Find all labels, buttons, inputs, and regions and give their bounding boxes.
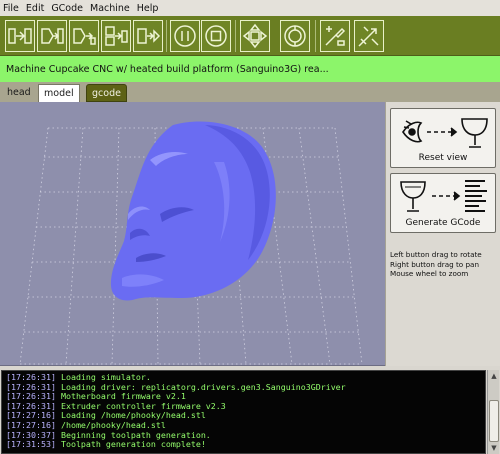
menu-file[interactable]: File (3, 3, 19, 14)
console-area: [17:26:31] Loading simulator. [17:26:31]… (0, 366, 500, 454)
eye-to-glass-icon (402, 118, 488, 148)
simulate-button[interactable] (5, 20, 35, 52)
reset-icon (284, 25, 306, 47)
reset-view-label: Reset view (418, 153, 468, 163)
help-line-rotate: Left button drag to rotate (390, 250, 482, 259)
scroll-down-icon[interactable]: ▼ (489, 443, 499, 453)
tab-gcode[interactable]: gcode (86, 84, 127, 102)
stop-icon (205, 25, 227, 47)
toolbar-separator (166, 20, 167, 52)
menu-help[interactable]: Help (137, 3, 159, 14)
toolbar-separator (235, 20, 236, 52)
stop-button[interactable] (201, 20, 231, 52)
menu-gcode[interactable]: GCode (51, 3, 83, 14)
viewport-canvas (19, 121, 363, 365)
build-to-file-icon (105, 26, 128, 46)
upload-icon (73, 28, 96, 45)
control-panel-button[interactable] (240, 20, 270, 52)
generate-gcode-label: Generate GCode (405, 218, 481, 228)
upload-button[interactable] (69, 20, 99, 52)
log-line: [17:31:53] Toolpath generation complete! (6, 439, 206, 450)
replicatorg-window: File Edit GCode Machine Help Machine Cup… (0, 0, 500, 454)
machine-status-bar: Machine Cupcake CNC w/ heated build plat… (0, 56, 500, 82)
build-from-file-button[interactable] (133, 20, 163, 52)
toolbar-separator (315, 20, 316, 52)
console-log[interactable]: [17:26:31] Loading simulator. [17:26:31]… (1, 370, 486, 454)
glass-to-gcode-icon (400, 180, 487, 212)
toolbar (0, 16, 500, 56)
help-line-pan: Right button drag to pan (390, 259, 479, 269)
view-control-panel: Reset view Generate GCode Left button dr… (385, 102, 500, 366)
build-from-file-icon (137, 28, 161, 44)
tab-bar: head model gcode (0, 82, 500, 195)
machine-config-button[interactable] (354, 20, 384, 52)
simulate-icon (8, 28, 32, 44)
tab-model[interactable]: model (38, 84, 80, 102)
menu-machine[interactable]: Machine (90, 3, 130, 14)
jog-arrows-icon (242, 23, 268, 49)
reset-view-button[interactable]: Reset view (390, 108, 496, 168)
menubar: File Edit GCode Machine Help (0, 0, 500, 16)
pause-icon (174, 25, 196, 47)
reset-button[interactable] (280, 20, 310, 52)
scroll-thumb[interactable] (489, 400, 499, 442)
model-viewport[interactable] (0, 102, 385, 366)
console-scrollbar[interactable]: ▲ ▼ (487, 370, 499, 454)
build-to-file-button[interactable] (101, 20, 131, 52)
tab-head[interactable]: head (2, 84, 36, 102)
extruder-icon (325, 26, 346, 46)
help-line-zoom: Mouse wheel to zoom (390, 269, 469, 279)
build-button[interactable] (37, 20, 67, 52)
scroll-up-icon[interactable]: ▲ (489, 371, 499, 381)
navigation-help: Left button drag to rotate Right button … (390, 250, 482, 279)
generate-gcode-button[interactable]: Generate GCode (390, 173, 496, 233)
menu-edit[interactable]: Edit (26, 3, 44, 14)
pause-button[interactable] (170, 20, 200, 52)
machine-config-icon (358, 26, 379, 47)
build-icon (41, 28, 64, 44)
head-model (110, 121, 276, 301)
extruder-button[interactable] (320, 20, 350, 52)
